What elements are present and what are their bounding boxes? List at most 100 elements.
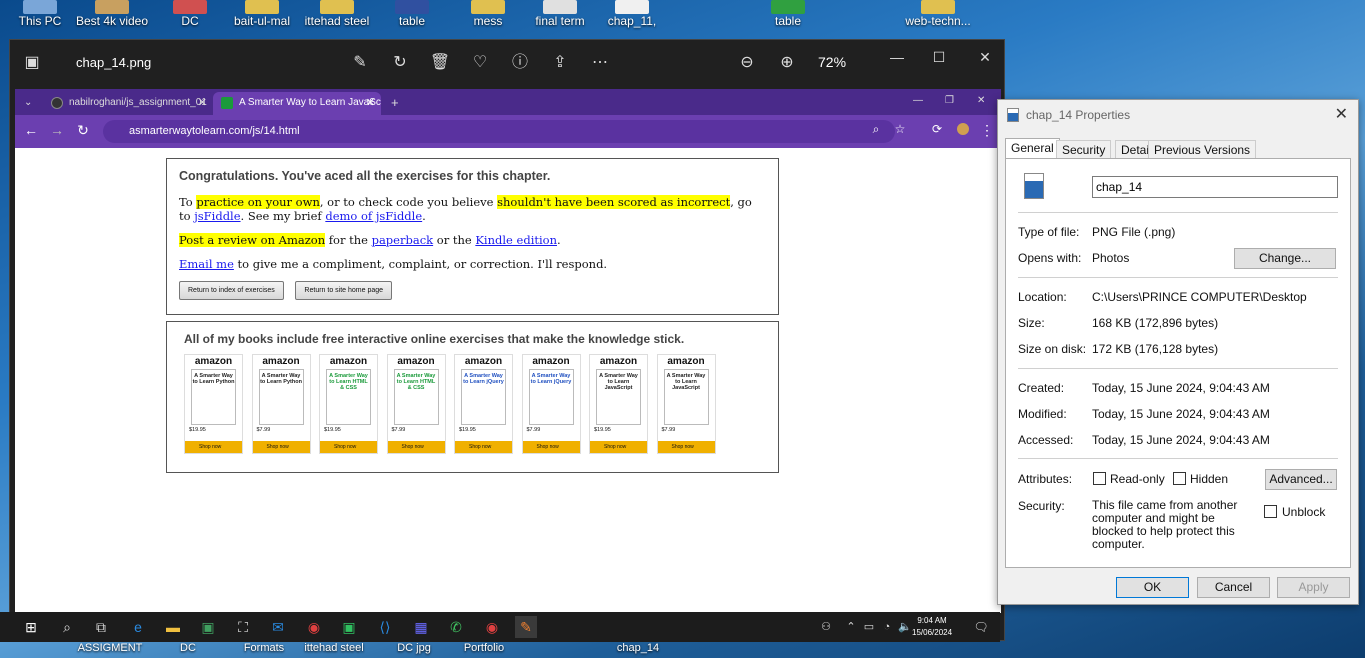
file-explorer-icon[interactable]: ▬ — [162, 616, 184, 638]
back-icon[interactable]: ← — [21, 122, 41, 138]
desktop-icon[interactable]: This PC — [2, 0, 78, 28]
vscode-icon[interactable]: ⟨⟩ — [374, 616, 396, 638]
profile-avatar[interactable] — [953, 122, 973, 138]
shop-now-button[interactable]: Shop now — [320, 441, 377, 453]
photos-app-icon[interactable]: ▣ — [197, 616, 219, 638]
book-ad[interactable]: amazon A Smarter Way to Learn HTML & CSS $… — [319, 354, 378, 454]
shop-now-button[interactable]: Shop now — [455, 441, 512, 453]
tab-general[interactable]: General — [1005, 138, 1060, 159]
book-ad[interactable]: amazon A Smarter Way to Learn jQuery $7.99… — [521, 354, 581, 454]
desktop-icon[interactable]: chap_11, — [594, 0, 670, 28]
desktop-icon[interactable]: bait-ul-mal — [224, 0, 300, 28]
desktop-icon[interactable]: table — [750, 0, 826, 28]
more-icon[interactable]: ⋯ — [588, 52, 612, 74]
kindle-link[interactable]: Kindle edition — [475, 233, 557, 247]
shop-now-button[interactable]: Shop now — [185, 441, 242, 453]
whatsapp-icon[interactable]: ✆ — [445, 616, 467, 638]
desktop-icon[interactable]: DC — [152, 0, 228, 28]
desktop-icon[interactable]: DC — [150, 642, 226, 654]
desktop-icon[interactable]: ittehad steel — [299, 0, 375, 28]
extension-icon[interactable]: ⟳ — [927, 122, 947, 136]
maximize-icon[interactable]: ☐ — [924, 46, 954, 68]
shop-now-button[interactable]: Shop now — [590, 441, 647, 453]
delete-icon[interactable]: 🗑 — [428, 52, 452, 74]
browser-close-icon[interactable]: ✕ — [977, 92, 993, 115]
desktop-icon[interactable]: table — [374, 0, 450, 28]
book-ad[interactable]: amazon A Smarter Way to Learn Python $7.99… — [251, 354, 311, 454]
browser-minimize-icon[interactable]: — — [913, 92, 929, 115]
browser-tab-smarter-way[interactable]: A Smarter Way to Learn JavaScri ✕ — [213, 92, 381, 115]
windows-start-icon[interactable]: ⊞ — [20, 616, 42, 638]
edge-icon[interactable]: e — [127, 616, 149, 638]
minimize-icon[interactable]: — — [882, 46, 912, 68]
desktop-icon[interactable]: ittehad steel — [296, 642, 372, 654]
desktop-icon[interactable]: web-techn... — [900, 0, 976, 28]
info-icon[interactable]: ⓘ — [508, 52, 532, 74]
devc-icon[interactable]: ▦ — [410, 616, 432, 638]
bookmark-star-icon[interactable]: ☆ — [890, 122, 910, 136]
desktop-icon[interactable]: DC jpg — [376, 642, 452, 654]
search-icon[interactable]: ⌕ — [56, 616, 78, 638]
desktop-icon[interactable]: Best 4k video — [74, 0, 150, 28]
browser-restore-icon[interactable]: ❐ — [945, 92, 961, 115]
book-ad[interactable]: amazon A Smarter Way to Learn HTML & CSS $… — [386, 354, 446, 454]
shop-now-button[interactable]: Shop now — [522, 441, 580, 453]
zoom-in-icon[interactable]: ⊕ — [775, 52, 799, 74]
desktop-icon[interactable]: Portfolio — [446, 642, 522, 654]
advanced-button[interactable]: Advanced... — [1265, 469, 1337, 490]
tab-close-icon[interactable]: ✕ — [366, 96, 375, 109]
reload-icon[interactable]: ↻ — [73, 122, 93, 139]
file-name-input[interactable] — [1092, 176, 1338, 198]
url-input[interactable]: asmarterwaytolearn.com/js/14.html — [103, 120, 895, 143]
edit-icon[interactable]: ✎ — [348, 52, 372, 74]
return-home-button[interactable]: Return to site home page — [295, 281, 393, 300]
desktop-icon[interactable]: Formats — [226, 642, 302, 654]
pycharm-icon[interactable]: ▣ — [338, 616, 360, 638]
readonly-checkbox[interactable] — [1093, 472, 1106, 485]
desktop-icon[interactable]: mess — [450, 0, 526, 28]
email-link[interactable]: Email me — [179, 257, 234, 271]
book-ad[interactable]: amazon A Smarter Way to Learn JavaScript $… — [589, 354, 648, 454]
cancel-button[interactable]: Cancel — [1197, 577, 1270, 598]
book-ad[interactable]: amazon A Smarter Way to Learn Python $19.9… — [184, 354, 243, 454]
favorite-icon[interactable]: ♡ — [468, 52, 492, 74]
system-clock[interactable]: 9:04 AM 15/06/2024 — [912, 615, 952, 639]
people-icon[interactable]: ⚇ — [815, 616, 837, 638]
shop-now-button[interactable]: Shop now — [657, 441, 715, 453]
dialog-close-icon[interactable]: ✕ — [1335, 104, 1348, 124]
return-index-button[interactable]: Return to index of exercises — [179, 281, 284, 300]
browser-menu-icon[interactable]: ⋮ — [977, 122, 997, 139]
notification-icon[interactable]: 🗨 — [970, 616, 992, 638]
book-ad[interactable]: amazon A Smarter Way to Learn JavaScript $… — [656, 354, 716, 454]
rotate-icon[interactable]: ↻ — [388, 52, 412, 74]
gallery-icon[interactable]: ▣ — [20, 52, 44, 74]
browser-tab-github[interactable]: nabilroghani/js_assignment_01 ✕ — [43, 92, 213, 115]
close-icon[interactable]: ✕ — [970, 46, 1000, 68]
hidden-checkbox[interactable] — [1173, 472, 1186, 485]
unblock-checkbox[interactable] — [1264, 505, 1277, 518]
shop-now-button[interactable]: Shop now — [252, 441, 310, 453]
tab-close-icon[interactable]: ✕ — [198, 96, 207, 109]
desktop-icon[interactable]: ASSIGMENT — [72, 642, 148, 654]
paint-icon[interactable]: ✎ — [515, 616, 537, 638]
zoom-out-icon[interactable]: ⊖ — [735, 52, 759, 74]
apply-button[interactable]: Apply — [1277, 577, 1350, 598]
store-icon[interactable]: ⛶ — [232, 616, 254, 638]
desktop-icon[interactable]: final term — [522, 0, 598, 28]
ok-button[interactable]: OK — [1116, 577, 1189, 598]
zoom-page-icon[interactable]: ⌕ — [866, 122, 886, 137]
shop-now-button[interactable]: Shop now — [387, 441, 445, 453]
chrome-icon[interactable]: ◉ — [303, 616, 325, 638]
demo-jsfiddle-link[interactable]: demo of jsFiddle — [325, 209, 422, 223]
paperback-link[interactable]: paperback — [372, 233, 434, 247]
share-icon[interactable]: ⇪ — [548, 52, 572, 74]
forward-icon[interactable]: → — [47, 122, 67, 138]
change-button[interactable]: Change... — [1234, 248, 1336, 269]
jsfiddle-link[interactable]: jsFiddle — [194, 209, 240, 223]
new-tab-icon[interactable]: + — [387, 92, 407, 115]
mail-icon[interactable]: ✉ — [267, 616, 289, 638]
task-view-icon[interactable]: ⧉ — [90, 616, 112, 638]
zoom-level[interactable]: 72% — [818, 54, 846, 70]
chrome-profile-icon[interactable]: ◉ — [481, 616, 503, 638]
tab-search-icon[interactable]: ⌄ — [21, 92, 37, 115]
